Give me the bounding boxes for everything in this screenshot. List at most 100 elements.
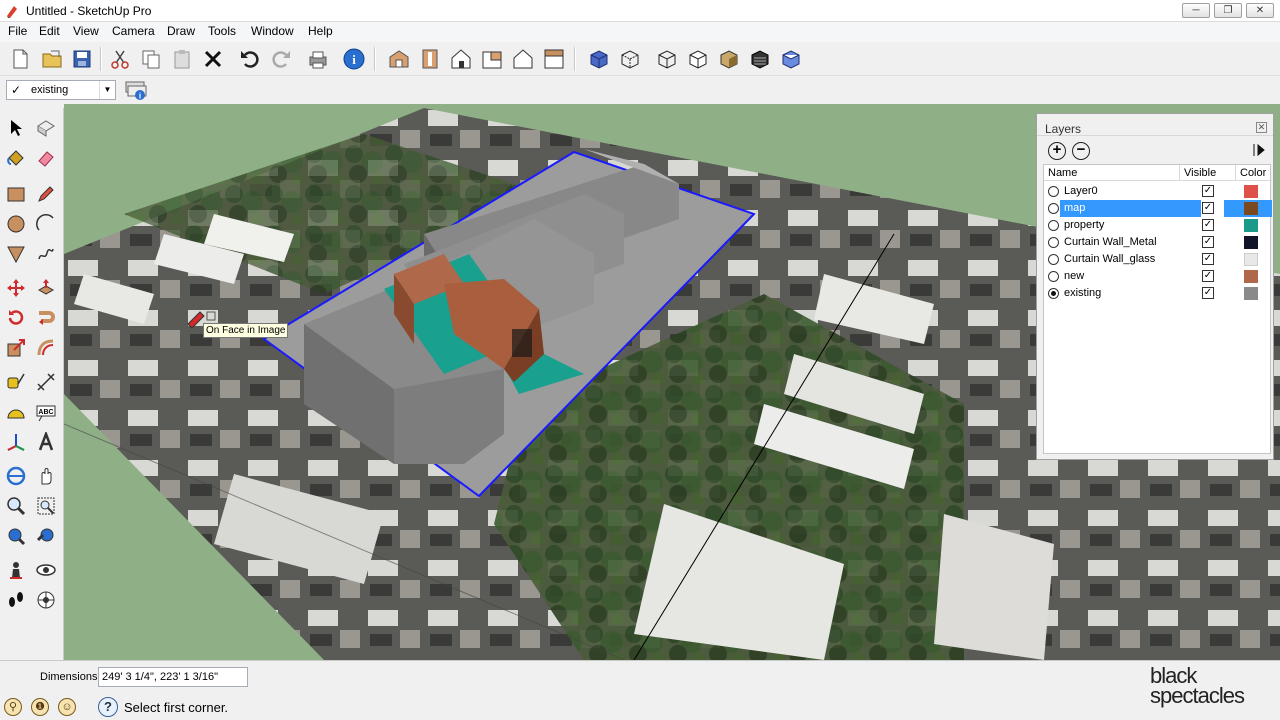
visible-checkbox[interactable]: ✓	[1202, 219, 1214, 231]
section-plane-icon[interactable]	[32, 586, 60, 614]
rotate-icon[interactable]	[2, 304, 30, 332]
layer-dropdown[interactable]: ✓ existing ▼	[6, 80, 116, 100]
layer-row[interactable]: new ✓	[1044, 268, 1272, 285]
visible-checkbox[interactable]: ✓	[1202, 236, 1214, 248]
left-view-icon[interactable]	[540, 45, 568, 73]
zoom-window-icon[interactable]	[32, 492, 60, 520]
active-layer-radio[interactable]	[1048, 254, 1059, 265]
shaded-textures-icon[interactable]	[746, 45, 774, 73]
visible-checkbox[interactable]: ✓	[1202, 270, 1214, 282]
visible-checkbox[interactable]: ✓	[1202, 202, 1214, 214]
layer-name[interactable]: map	[1064, 202, 1085, 214]
orbit-icon[interactable]	[2, 462, 30, 490]
previous-view-icon[interactable]	[32, 522, 60, 550]
layer-color-swatch[interactable]	[1244, 253, 1258, 266]
menu-edit[interactable]: Edit	[37, 24, 62, 38]
visible-checkbox[interactable]: ✓	[1202, 253, 1214, 265]
follow-me-icon[interactable]	[32, 304, 60, 332]
back-view-icon[interactable]	[509, 45, 537, 73]
protractor-icon[interactable]	[2, 398, 30, 426]
visible-checkbox[interactable]: ✓	[1202, 185, 1214, 197]
back-edges-icon[interactable]	[616, 45, 644, 73]
make-component-icon[interactable]	[32, 114, 60, 142]
menu-file[interactable]: File	[6, 24, 29, 38]
active-layer-radio[interactable]	[1048, 203, 1059, 214]
active-layer-radio[interactable]	[1048, 237, 1059, 248]
layer-row[interactable]: Layer0 ✓	[1044, 183, 1272, 200]
close-icon[interactable]: ✕	[1256, 122, 1267, 133]
layer-name[interactable]: new	[1064, 270, 1084, 282]
redo-icon[interactable]	[267, 45, 295, 73]
scale-icon[interactable]	[2, 334, 30, 362]
layer-color-swatch[interactable]	[1244, 202, 1258, 215]
paint-bucket-icon[interactable]	[2, 144, 30, 172]
select-arrow-icon[interactable]	[2, 114, 30, 142]
menu-tools[interactable]: Tools	[206, 24, 238, 38]
layer-name[interactable]: Curtain Wall_Metal	[1064, 236, 1157, 248]
layer-color-swatch[interactable]	[1244, 270, 1258, 283]
rectangle-icon[interactable]	[2, 180, 30, 208]
layer-color-swatch[interactable]	[1244, 236, 1258, 249]
freehand-icon[interactable]	[32, 240, 60, 268]
axes-icon[interactable]	[2, 428, 30, 456]
walk-icon[interactable]	[2, 586, 30, 614]
open-folder-icon[interactable]	[38, 45, 66, 73]
layer-row[interactable]: map ✓	[1044, 200, 1272, 217]
circle-icon[interactable]	[2, 210, 30, 238]
move-icon[interactable]	[2, 274, 30, 302]
save-icon[interactable]	[68, 45, 96, 73]
pencil-icon[interactable]	[32, 180, 60, 208]
layer-row[interactable]: existing ✓	[1044, 285, 1272, 302]
push-pull-icon[interactable]	[32, 274, 60, 302]
zoom-extents-icon[interactable]	[2, 522, 30, 550]
monochrome-icon[interactable]	[777, 45, 805, 73]
iso-view-icon[interactable]	[385, 45, 413, 73]
layer-row[interactable]: Curtain Wall_Metal ✓	[1044, 234, 1272, 251]
new-file-icon[interactable]	[6, 45, 34, 73]
hidden-line-icon[interactable]	[684, 45, 712, 73]
print-icon[interactable]	[304, 45, 332, 73]
layer-row[interactable]: Curtain Wall_glass ✓	[1044, 251, 1272, 268]
shaded-icon[interactable]	[715, 45, 743, 73]
top-view-icon[interactable]	[416, 45, 444, 73]
help-icon[interactable]: ?	[98, 697, 118, 717]
model-info-icon[interactable]: i	[340, 45, 368, 73]
menu-help[interactable]: Help	[306, 24, 335, 38]
polygon-icon[interactable]	[2, 240, 30, 268]
erase-icon[interactable]	[199, 45, 227, 73]
column-header-name[interactable]: Name	[1044, 165, 1180, 181]
paste-icon[interactable]	[168, 45, 196, 73]
wireframe-icon[interactable]	[653, 45, 681, 73]
dimensions-input[interactable]: 249' 3 1/4", 223' 1 3/16"	[98, 667, 248, 687]
right-view-icon[interactable]	[478, 45, 506, 73]
layer-name[interactable]: property	[1064, 219, 1104, 231]
column-header-visible[interactable]: Visible	[1180, 165, 1236, 181]
copy-icon[interactable]	[137, 45, 165, 73]
dimension-icon[interactable]	[32, 368, 60, 396]
details-arrow-icon[interactable]	[1251, 142, 1267, 158]
layer-name[interactable]: Layer0	[1064, 185, 1098, 197]
user-icon[interactable]: ☺	[58, 698, 76, 716]
active-layer-radio[interactable]	[1048, 288, 1059, 299]
menu-view[interactable]: View	[71, 24, 101, 38]
menu-draw[interactable]: Draw	[165, 24, 197, 38]
arc-icon[interactable]	[32, 210, 60, 238]
xray-icon[interactable]	[585, 45, 613, 73]
offset-icon[interactable]	[32, 334, 60, 362]
active-layer-radio[interactable]	[1048, 220, 1059, 231]
visible-checkbox[interactable]: ✓	[1202, 287, 1214, 299]
position-camera-icon[interactable]	[2, 556, 30, 584]
eraser-icon[interactable]	[32, 144, 60, 172]
menu-window[interactable]: Window	[249, 24, 296, 38]
layer-color-swatch[interactable]	[1244, 287, 1258, 300]
layer-row[interactable]: property ✓	[1044, 217, 1272, 234]
add-layer-icon[interactable]: +	[1048, 142, 1066, 160]
minimize-button[interactable]: ─	[1182, 3, 1210, 18]
pan-hand-icon[interactable]	[32, 462, 60, 490]
look-around-icon[interactable]	[32, 556, 60, 584]
menu-camera[interactable]: Camera	[110, 24, 157, 38]
layer-name[interactable]: existing	[1064, 287, 1101, 299]
tape-measure-icon[interactable]	[2, 368, 30, 396]
geo-location-icon[interactable]: ⚲	[4, 698, 22, 716]
3d-text-icon[interactable]	[32, 428, 60, 456]
